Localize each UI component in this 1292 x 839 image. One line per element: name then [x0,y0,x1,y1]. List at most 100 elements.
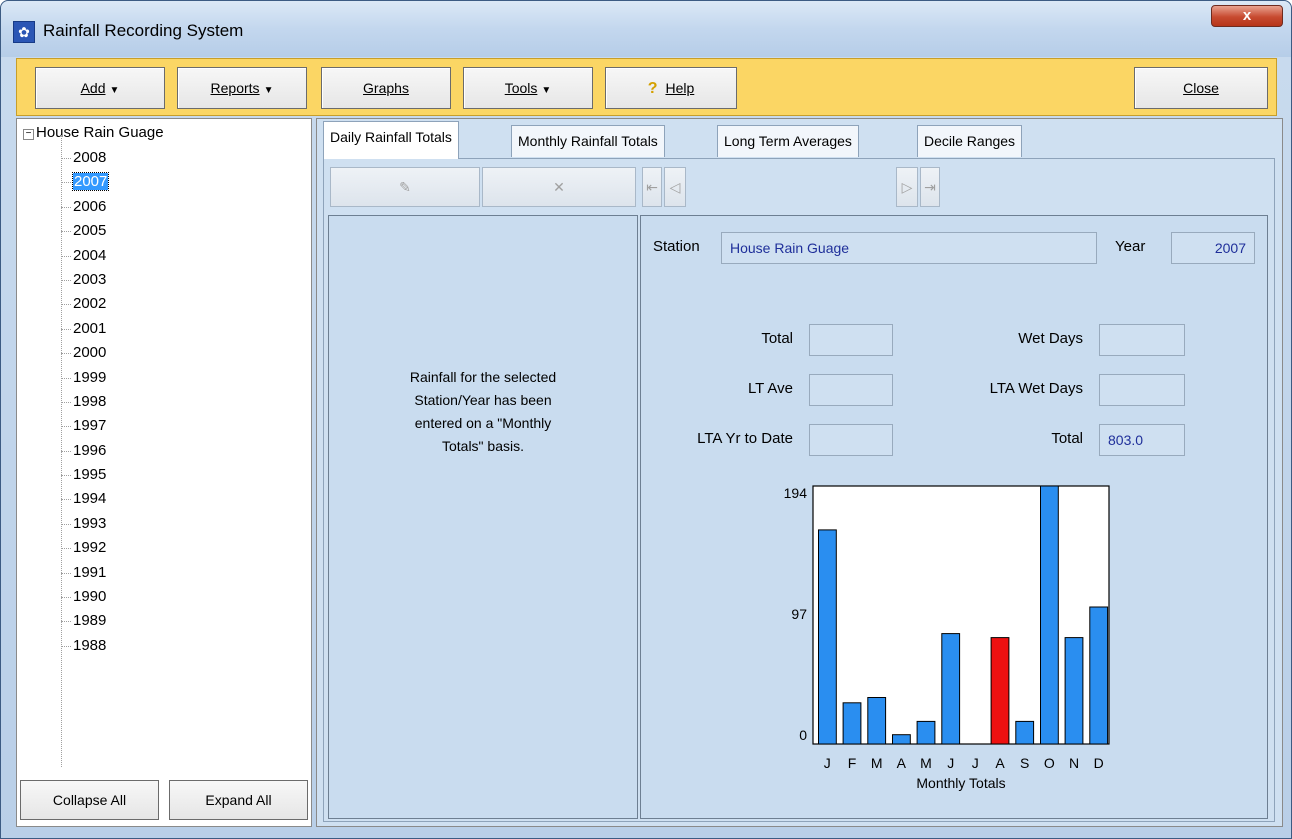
chart-bar-3 [892,734,911,745]
x-tick-label: M [871,755,883,771]
tree-root-node[interactable]: − House Rain Guage [23,124,164,141]
tree-item-2002[interactable]: 2002 [61,294,108,318]
app-icon: ✿ [13,21,35,43]
tree-item-label: 2002 [73,295,107,313]
tree-root-label: House Rain Guage [36,124,164,141]
tree-item-label: 2006 [73,197,107,215]
message-line: entered on a "Monthly [414,415,552,431]
tree-year-list: 2008 2007 2006 2005 2004 2003 2002 2001 2000 1999… [61,148,110,660]
tab-daily-rainfall-totals[interactable]: Daily Rainfall Totals [323,121,459,159]
tree-item-label: 2001 [73,319,107,337]
monthly-totals-chart: J F M A M J J A S O N D097194Monthly Totals [784,485,1110,791]
tree-item-1988[interactable]: 1988 [61,636,108,660]
station-field[interactable]: House Rain Guage [721,232,1097,264]
window-title: Rainfall Recording System [43,21,244,40]
tree-item-label: 1992 [73,539,107,557]
lta-ytd-field[interactable] [809,424,893,456]
monthly-basis-message: Rainfall for the selected Station/Year h… [329,366,637,458]
tree-item-1990[interactable]: 1990 [61,587,108,611]
window-close-button[interactable]: x [1211,5,1283,27]
chart-bar-8 [1015,720,1035,745]
lta-ytd-label: LTA Yr to Date [697,430,793,447]
tree-connector [61,572,71,574]
tree-item-label: 2004 [73,246,107,264]
y-tick-label: 97 [791,606,807,622]
tree-connector [61,450,71,452]
total-label: Total [761,330,793,347]
tree-item-1999[interactable]: 1999 [61,368,108,392]
tree-item-1996[interactable]: 1996 [61,441,108,465]
tree-item-2008[interactable]: 2008 [61,148,108,172]
x-tick-label: D [1094,755,1104,771]
y-tick-label: 194 [784,485,808,501]
tree-item-2006[interactable]: 2006 [61,197,108,221]
graphs-label: Graphs [363,80,409,96]
graphs-button[interactable]: Graphs [321,67,451,109]
tree-connector [61,353,71,355]
tree-item-2007[interactable]: 2007 [61,172,110,196]
tree-item-1989[interactable]: 1989 [61,611,108,635]
tree-connector [61,304,71,306]
last-record-icon[interactable]: ⇥ [920,167,940,207]
x-tick-label: M [920,755,932,771]
tree-connector [61,499,71,501]
tree-item-2005[interactable]: 2005 [61,221,108,245]
tools-menu-button[interactable]: Tools ▼ [463,67,593,109]
tab-long-term-averages[interactable]: Long Term Averages [717,125,859,157]
tree-item-2003[interactable]: 2003 [61,270,108,294]
tools-label: Tools [504,80,538,96]
tree-item-label: 1996 [73,441,107,459]
first-record-icon[interactable]: ⇤ [642,167,662,207]
year-field[interactable]: 2007 [1171,232,1255,264]
expand-all-button[interactable]: Expand All [169,780,308,820]
lt-ave-field[interactable] [809,374,893,406]
total-2-label: Total [1051,430,1083,447]
tab-monthly-rainfall-totals[interactable]: Monthly Rainfall Totals [511,125,665,157]
collapse-icon[interactable]: − [23,129,34,140]
wet-days-label: Wet Days [1018,330,1083,347]
tree-item-2004[interactable]: 2004 [61,246,108,270]
help-button[interactable]: ? Help [605,67,737,109]
tree-item-1995[interactable]: 1995 [61,465,108,489]
lta-wet-days-field[interactable] [1099,374,1185,406]
x-tick-label: J [824,755,831,771]
edit-record-button[interactable]: ✎ [330,167,480,207]
previous-record-icon[interactable]: ◁ [664,167,686,207]
tree-item-1992[interactable]: 1992 [61,538,108,562]
tree-item-1993[interactable]: 1993 [61,514,108,538]
tree-item-1998[interactable]: 1998 [61,392,108,416]
add-menu-button[interactable]: Add ▼ [35,67,165,109]
chevron-down-icon: ▼ [109,85,120,96]
tree-item-1997[interactable]: 1997 [61,416,108,440]
message-panel: Rainfall for the selected Station/Year h… [328,215,638,819]
wet-days-field[interactable] [1099,324,1185,356]
next-record-icon[interactable]: ▷ [896,167,918,207]
tree-item-label: 2007 [71,172,110,192]
tree-item-label: 1997 [73,417,107,435]
chart-bar-5 [941,633,961,745]
x-tick-label: S [1020,755,1029,771]
total-2-field[interactable]: 803.0 [1099,424,1185,456]
tree-connector [61,426,71,428]
tree-item-2000[interactable]: 2000 [61,343,108,367]
tree-item-label: 1999 [73,368,107,386]
close-button[interactable]: Close [1134,67,1268,109]
tree-item-2001[interactable]: 2001 [61,319,108,343]
delete-record-button[interactable]: ✕ [482,167,636,207]
tree-item-label: 1993 [73,514,107,532]
tab-decile-ranges[interactable]: Decile Ranges [917,125,1023,157]
message-line: Rainfall for the selected [409,369,557,385]
tree-connector [61,523,71,525]
collapse-all-button[interactable]: Collapse All [20,780,159,820]
app-window: ✿ Rainfall Recording System x Add ▼ Repor… [0,0,1292,839]
tree-item-1994[interactable]: 1994 [61,489,108,513]
title-bar[interactable]: ✿ Rainfall Recording System x [1,1,1291,57]
chart-bar-10 [1064,637,1084,745]
chart-bar-2 [867,697,887,745]
tree-connector [61,475,71,477]
total-field[interactable] [809,324,893,356]
tree-connector [61,231,71,233]
reports-menu-button[interactable]: Reports ▼ [177,67,307,109]
tree-item-1991[interactable]: 1991 [61,563,108,587]
y-tick-label: 0 [799,727,807,743]
